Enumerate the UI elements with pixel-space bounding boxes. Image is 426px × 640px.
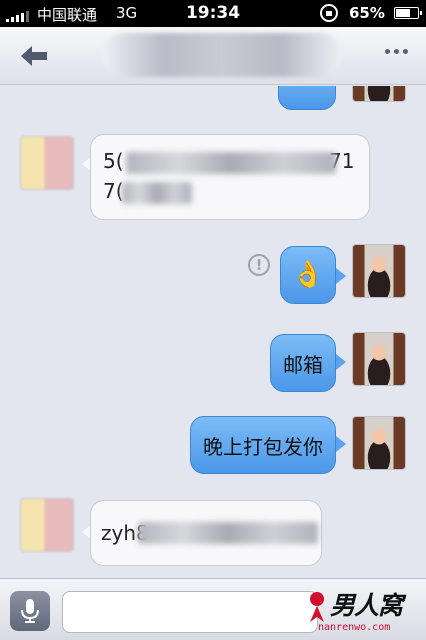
ok-hand-emoji: 👌 <box>291 260 325 290</box>
message-text: 晚上打包发你 <box>203 434 323 459</box>
bubble-tail <box>336 354 346 370</box>
voice-input-button[interactable] <box>10 591 50 631</box>
message-bubble-outgoing[interactable]: 👌 <box>280 246 336 304</box>
chat-header <box>0 27 426 85</box>
my-avatar[interactable] <box>352 332 406 386</box>
message-input[interactable] <box>62 591 318 633</box>
redacted-text <box>138 522 318 544</box>
microphone-icon <box>21 599 39 623</box>
my-avatar[interactable] <box>352 416 406 470</box>
battery-icon <box>394 7 422 19</box>
send-failed-icon[interactable]: ! <box>248 254 270 276</box>
battery-percent: 65% <box>349 4 385 22</box>
message-text-start: 5( <box>103 149 124 173</box>
message-bubble-incoming[interactable]: 5( 71 7( <box>90 134 370 220</box>
message-bubble-partial <box>278 86 336 110</box>
watermark: 男人窝 nanrenwo.com <box>304 586 426 640</box>
contact-avatar[interactable] <box>20 136 74 190</box>
more-dots-icon[interactable] <box>385 49 408 54</box>
watermark-logo <box>310 592 324 622</box>
bubble-tail <box>336 268 346 284</box>
watermark-title: 男人窝 <box>330 591 403 620</box>
message-text: 邮箱 <box>283 352 323 377</box>
watermark-url: nanrenwo.com <box>318 622 391 633</box>
back-button[interactable] <box>12 41 56 71</box>
bubble-tail <box>336 436 346 452</box>
redacted-text <box>122 182 192 204</box>
message-bubble-outgoing[interactable]: 晚上打包发你 <box>190 416 336 474</box>
rotation-lock-icon <box>320 4 338 22</box>
message-text-line2-start: 7( <box>103 179 124 203</box>
my-avatar[interactable] <box>352 244 406 298</box>
my-avatar[interactable] <box>352 86 406 102</box>
contact-name-redacted <box>102 33 342 77</box>
contact-avatar[interactable] <box>20 498 74 552</box>
message-list[interactable]: 5( 71 7( ! 👌 邮箱 晚上打包发你 zyh8 <box>0 86 426 578</box>
back-arrow-icon <box>21 46 47 66</box>
message-bubble-outgoing[interactable]: 邮箱 <box>270 334 336 392</box>
redacted-text <box>126 152 336 174</box>
status-bar: 中国联通 3G 19:34 65% <box>0 0 426 27</box>
